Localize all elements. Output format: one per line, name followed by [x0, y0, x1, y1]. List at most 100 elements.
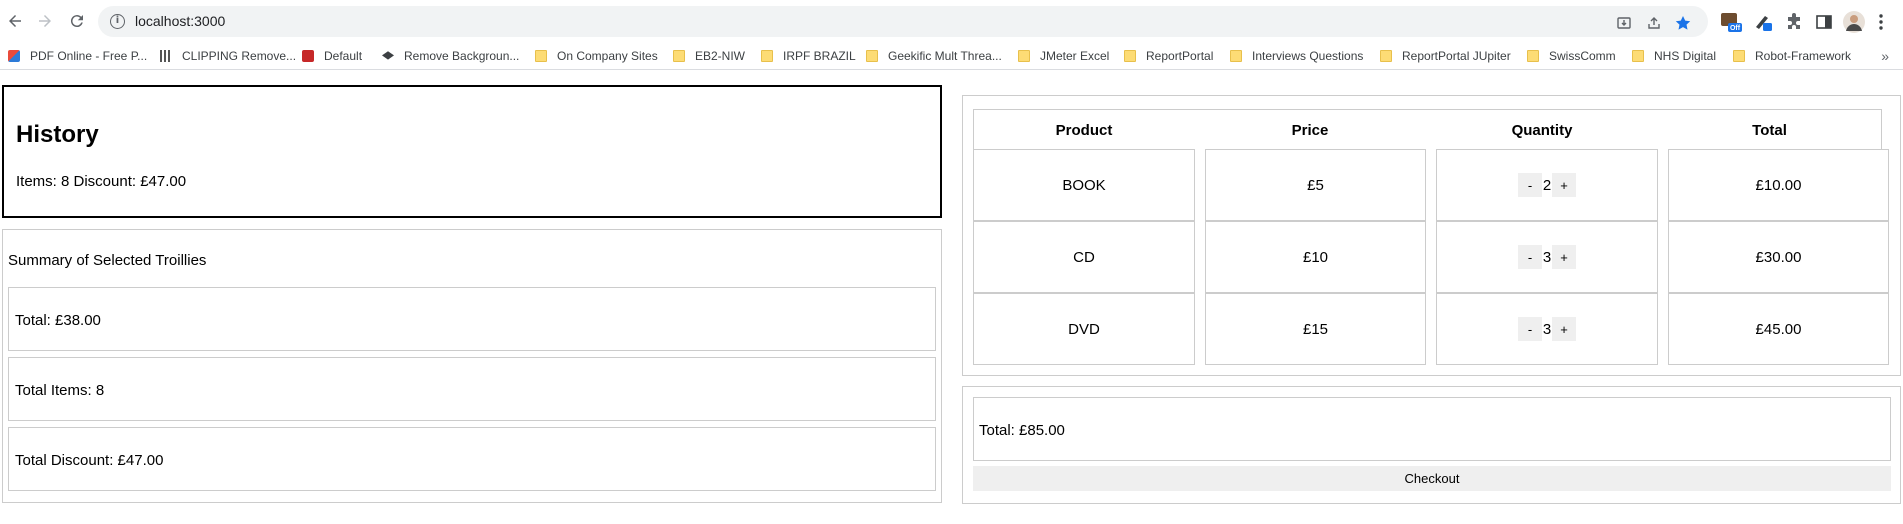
column-header-product: Product: [973, 109, 1194, 150]
cell-total: £10.00: [1668, 149, 1889, 221]
bookmark-folder-eb2-niw[interactable]: EB2-NIW: [673, 48, 745, 64]
summary-panel: Summary of Selected Troillies Total: £38…: [2, 229, 942, 503]
decrement-button[interactable]: -: [1518, 245, 1542, 269]
summary-total-row: Total: £38.00: [8, 287, 936, 351]
puzzle-extensions-icon[interactable]: [1783, 11, 1805, 33]
bookmark-label: NHS Digital: [1654, 49, 1717, 63]
column-header-total: Total: [1658, 109, 1882, 150]
bookmark-star-icon[interactable]: [1675, 15, 1691, 31]
column-header-price: Price: [1194, 109, 1426, 150]
bookmark-pdf-online[interactable]: PDF Online - Free P...: [8, 48, 147, 64]
bookmark-folder-reportportal-jupiter[interactable]: ReportPortal JUpiter: [1380, 48, 1511, 64]
bookmark-default[interactable]: Default: [302, 48, 362, 64]
remove-bg-icon: [382, 51, 394, 60]
bookmark-folder-irpf-brazil[interactable]: IRPF BRAZIL: [761, 48, 856, 64]
bookmark-folder-jmeter-excel[interactable]: JMeter Excel: [1018, 48, 1109, 64]
bookmark-clipping[interactable]: CLIPPING Remove...: [160, 48, 296, 64]
bookmark-label: CLIPPING Remove...: [182, 49, 297, 63]
history-title: History: [16, 121, 99, 148]
bookmark-label: PDF Online - Free P...: [30, 49, 148, 63]
cell-price: £15: [1205, 293, 1426, 365]
site-info-icon[interactable]: i: [110, 14, 125, 29]
history-panel: History Items: 8 Discount: £47.00: [2, 85, 942, 218]
increment-button[interactable]: +: [1552, 317, 1576, 341]
bookmark-label: Interviews Questions: [1252, 49, 1364, 63]
folder-icon: [1124, 50, 1136, 62]
back-arrow-icon[interactable]: [3, 9, 27, 33]
cell-quantity: - 2 +: [1436, 149, 1658, 221]
bookmark-label: Robot-Framework: [1755, 49, 1852, 63]
kebab-menu-icon[interactable]: [1870, 11, 1892, 33]
bookmark-folder-swisscomm[interactable]: SwissComm: [1527, 48, 1616, 64]
side-panel-icon[interactable]: [1813, 11, 1835, 33]
folder-icon: [1018, 50, 1030, 62]
quantity-value: 3: [1542, 248, 1552, 266]
quantity-value: 3: [1542, 320, 1552, 338]
folder-icon: [1230, 50, 1242, 62]
profile-avatar[interactable]: [1843, 11, 1865, 33]
folder-icon: [1380, 50, 1392, 62]
bookmark-label: SwissComm: [1549, 49, 1616, 63]
summary-total-discount: Total Discount: £47.00: [15, 452, 164, 469]
bookmark-folder-robot-framework[interactable]: Robot-Framework: [1733, 48, 1851, 64]
decrement-button[interactable]: -: [1518, 317, 1542, 341]
pen-extension-icon[interactable]: [1752, 11, 1774, 33]
bookmark-folder-nhs-digital[interactable]: NHS Digital: [1632, 48, 1716, 64]
checkout-button[interactable]: Checkout: [973, 466, 1891, 491]
folder-icon: [673, 50, 685, 62]
summary-total: Total: £38.00: [15, 312, 101, 329]
bookmark-label: ReportPortal: [1146, 49, 1214, 63]
share-icon[interactable]: [1646, 15, 1662, 31]
cell-product: CD: [973, 221, 1195, 293]
quantity-value: 2: [1542, 176, 1552, 194]
bookmark-remove-background[interactable]: Remove Backgroun...: [382, 48, 519, 64]
default-icon: [302, 50, 314, 62]
bookmark-label: ReportPortal JUpiter: [1402, 49, 1511, 63]
extension-off-icon[interactable]: Off: [1720, 11, 1742, 33]
bookmark-label: EB2-NIW: [695, 49, 746, 63]
bookmark-label: Default: [324, 49, 363, 63]
folder-icon: [1527, 50, 1539, 62]
folder-icon: [1733, 50, 1745, 62]
checkout-panel: Total: £85.00 Checkout: [962, 386, 1901, 504]
bookmark-folder-interviews-questions[interactable]: Interviews Questions: [1230, 48, 1363, 64]
bookmark-label: Geekific Mult Threa...: [888, 49, 1002, 63]
more-bookmarks-chevron-icon[interactable]: »: [1881, 48, 1889, 64]
folder-icon: [1632, 50, 1644, 62]
bookmark-folder-geekific[interactable]: Geekific Mult Threa...: [866, 48, 1002, 64]
extension-badge: Off: [1730, 25, 1741, 32]
bookmark-label: Remove Backgroun...: [404, 49, 520, 63]
quantity-stepper: - 3 +: [1518, 317, 1576, 341]
increment-button[interactable]: +: [1552, 245, 1576, 269]
install-app-icon[interactable]: [1616, 15, 1632, 31]
bookmark-folder-reportportal[interactable]: ReportPortal: [1124, 48, 1213, 64]
quantity-stepper: - 2 +: [1518, 173, 1576, 197]
decrement-button[interactable]: -: [1518, 173, 1542, 197]
cell-price: £10: [1205, 221, 1426, 293]
bookmark-label: On Company Sites: [557, 49, 658, 63]
summary-title: Summary of Selected Troillies: [8, 252, 207, 269]
clipping-icon: [160, 50, 172, 62]
cell-product: DVD: [973, 293, 1195, 365]
summary-total-items: Total Items: 8: [15, 382, 105, 399]
cell-price: £5: [1205, 149, 1426, 221]
increment-button[interactable]: +: [1552, 173, 1576, 197]
folder-icon: [866, 50, 878, 62]
cell-quantity: - 3 +: [1436, 221, 1658, 293]
cell-quantity: - 3 +: [1436, 293, 1658, 365]
grand-total: Total: £85.00: [979, 422, 1065, 439]
bookmarks-bar: PDF Online - Free P... CLIPPING Remove..…: [0, 42, 1903, 70]
cart-table: Product Price Quantity Total BOOK £5 - 2…: [962, 95, 1901, 376]
forward-arrow-icon[interactable]: [33, 9, 57, 33]
bookmark-label: IRPF BRAZIL: [783, 49, 856, 63]
column-header-quantity: Quantity: [1426, 109, 1658, 150]
address-bar[interactable]: i localhost:3000: [98, 6, 1708, 37]
grand-total-box: Total: £85.00: [973, 397, 1891, 461]
history-meta: Items: 8 Discount: £47.00: [16, 173, 187, 190]
reload-icon[interactable]: [65, 9, 89, 33]
folder-icon: [535, 50, 547, 62]
bookmark-folder-on-company-sites[interactable]: On Company Sites: [535, 48, 658, 64]
pdf-online-icon: [8, 50, 20, 62]
quantity-stepper: - 3 +: [1518, 245, 1576, 269]
summary-items-row: Total Items: 8: [8, 357, 936, 421]
